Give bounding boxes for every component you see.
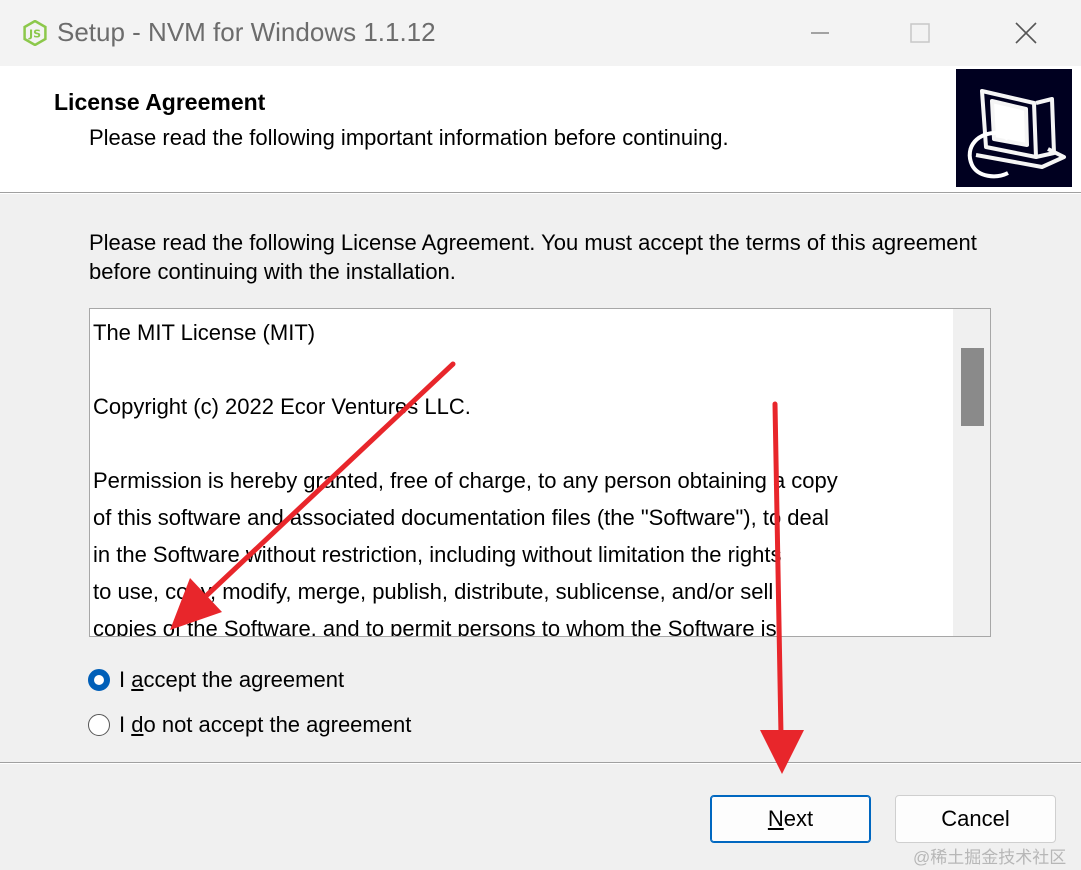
cancel-button[interactable]: Cancel (895, 795, 1056, 843)
scrollbar-thumb[interactable] (961, 348, 984, 426)
accept-label: I accept the agreement (119, 667, 345, 692)
license-line: of this software and associated document… (93, 505, 829, 530)
license-textbox[interactable]: The MIT License (MIT) Copyright (c) 2022… (89, 308, 991, 637)
license-line (93, 351, 953, 388)
window-title: Setup - NVM for Windows 1.1.12 (57, 17, 436, 47)
header-divider-highlight (0, 193, 1081, 194)
svg-text:JS: JS (28, 28, 41, 41)
minimize-button[interactable] (770, 0, 870, 66)
installer-computer-icon (956, 69, 1072, 187)
footer-divider-highlight (0, 763, 1081, 764)
license-line: The MIT License (MIT) (93, 320, 316, 345)
watermark: @稀土掘金技术社区 (913, 848, 1067, 867)
radio-selected-icon (88, 669, 110, 691)
maximize-icon (910, 23, 930, 43)
close-icon (1015, 22, 1037, 44)
decline-label: I do not accept the agreement (119, 712, 412, 737)
decline-agreement-radio[interactable]: I do not accept the agreement (88, 712, 411, 738)
vertical-scrollbar[interactable] (953, 309, 990, 636)
license-instructions: Please read the following License Agreem… (89, 230, 977, 284)
radio-unselected-icon (88, 714, 110, 736)
page-subtitle: Please read the following important info… (89, 125, 729, 150)
minimize-icon (811, 32, 829, 34)
accept-agreement-radio[interactable]: I accept the agreement (88, 667, 344, 693)
maximize-button[interactable] (870, 0, 970, 66)
nodejs-icon: JS (23, 20, 47, 46)
page-title: License Agreement (54, 89, 266, 115)
license-line: in the Software without restriction, inc… (93, 542, 782, 567)
license-line: to use, copy, modify, merge, publish, di… (93, 579, 774, 604)
license-line: Permission is hereby granted, free of ch… (93, 468, 838, 493)
next-button[interactable]: Next (710, 795, 871, 843)
license-line (93, 425, 953, 462)
close-button[interactable] (976, 0, 1076, 66)
license-line: copies of the Software, and to permit pe… (93, 616, 777, 637)
license-line: Copyright (c) 2022 Ecor Ventures LLC. (93, 394, 471, 419)
license-text: The MIT License (MIT) Copyright (c) 2022… (93, 314, 953, 637)
